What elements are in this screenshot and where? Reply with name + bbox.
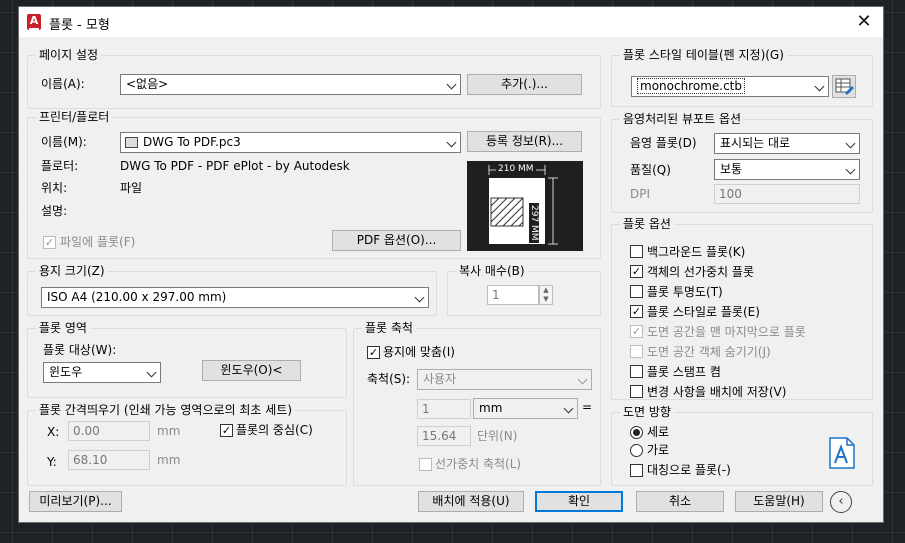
preview-width-label: 210 MM [496, 164, 536, 174]
scale-value-input[interactable]: 1 [417, 399, 471, 419]
scale-units-label: 단위(N) [477, 429, 518, 443]
landscape-radio[interactable] [630, 444, 643, 457]
plot-option-label: 객체의 선가중치 플롯 [647, 265, 754, 279]
quality-label: 품질(Q) [630, 163, 671, 177]
printer-icon [125, 137, 138, 148]
scale-lineweights-label: 선가중치 축척(L) [435, 457, 522, 471]
dpi-input[interactable]: 100 [714, 184, 860, 204]
group-label: 복사 매수(B) [456, 264, 528, 278]
location-label: 위치: [41, 181, 68, 195]
group-label: 도면 방향 [620, 405, 674, 419]
group-label: 플롯 영역 [36, 321, 90, 335]
plot-to-file-label: 파일에 플롯(F) [60, 235, 136, 249]
page-setup-name-label: 이름(A): [41, 77, 85, 91]
scale-unit-select[interactable]: mm [473, 398, 578, 419]
plot-what-label: 플롯 대상(W): [43, 343, 117, 357]
plot-option-checkbox[interactable] [630, 285, 643, 298]
plot-option-label: 백그라운드 플롯(K) [647, 245, 746, 259]
page-setup-name-select[interactable]: <없음> [120, 74, 461, 95]
title-bar: A 플롯 - 모형 ✕ [19, 7, 883, 37]
fit-to-paper-checkbox[interactable]: ✓ [367, 346, 380, 359]
center-plot-checkbox[interactable]: ✓ [220, 424, 233, 437]
plot-option-checkbox[interactable]: ✓ [630, 305, 643, 318]
scale-equals: = [582, 400, 593, 414]
pdf-options-button[interactable]: PDF 옵션(O)... [332, 230, 461, 251]
plot-what-select[interactable]: 윈도우 [43, 362, 161, 383]
ok-button[interactable]: 확인 [535, 491, 623, 512]
paper-size-select[interactable]: ISO A4 (210.00 x 297.00 mm) [41, 287, 429, 308]
shade-plot-label: 음영 플롯(D) [630, 136, 697, 150]
apply-to-layout-button[interactable]: 배치에 적용(U) [418, 491, 524, 512]
quality-select[interactable]: 보통 [714, 159, 860, 180]
description-label: 설명: [41, 204, 68, 218]
window-title: 플롯 - 모형 [49, 18, 110, 33]
center-plot-label: 플롯의 중심(C) [236, 423, 313, 437]
group-label: 용지 크기(Z) [36, 264, 108, 278]
portrait-radio[interactable] [630, 426, 643, 439]
offset-y-label: Y: [47, 455, 57, 469]
offset-x-input[interactable]: 0.00 [68, 421, 150, 441]
plot-option-label: 변경 사항을 배치에 저장(V) [647, 385, 787, 399]
scale-select[interactable]: 사용자 [417, 369, 592, 390]
upside-down-label: 대칭으로 플롯(-) [647, 463, 731, 477]
cancel-button[interactable]: 취소 [636, 491, 724, 512]
preview-height-label: 297 MM [529, 203, 539, 243]
printer-properties-button[interactable]: 등록 정보(R)... [467, 131, 582, 152]
plot-to-file-checkbox[interactable]: ✓ [43, 236, 56, 249]
plot-style-table-select[interactable]: monochrome.ctb [631, 76, 829, 97]
group-label: 플롯 옵션 [620, 217, 674, 231]
copies-input[interactable]: 1 [487, 285, 539, 305]
plot-option-checkbox[interactable] [630, 365, 643, 378]
collapse-arrow-icon[interactable]: ‹ [830, 491, 852, 513]
group-label: 플롯 간격띄우기 (인쇄 가능 영역으로의 최초 세트) [36, 403, 296, 417]
group-label: 플롯 스타일 테이블(펜 지정)(G) [620, 48, 787, 62]
plot-option-label: 플롯 스탬프 켬 [647, 365, 721, 379]
group-label: 프린터/플로터 [36, 110, 113, 124]
location-value: 파일 [120, 181, 143, 195]
preview-button[interactable]: 미리보기(P)... [29, 491, 122, 512]
plotter-value: DWG To PDF - PDF ePlot - by Autodesk [120, 159, 350, 173]
plot-option-label: 도면 공간을 맨 마지막으로 플롯 [647, 325, 806, 339]
plot-option-checkbox[interactable] [630, 385, 643, 398]
close-icon[interactable]: ✕ [853, 11, 875, 33]
shade-plot-select[interactable]: 표시되는 대로 [714, 133, 860, 154]
scale-lineweights-checkbox[interactable] [419, 458, 432, 471]
plot-option-checkbox[interactable]: ✓ [630, 265, 643, 278]
copies-spinner[interactable]: ▲ ▼ [539, 285, 553, 305]
plot-option-checkbox[interactable] [630, 345, 643, 358]
plot-option-label: 플롯 투명도(T) [647, 285, 723, 299]
plot-option-label: 도면 공간 객체 숨기기(J) [647, 345, 771, 359]
printer-name-select[interactable]: DWG To PDF.pc3 [120, 132, 461, 153]
landscape-label: 가로 [647, 443, 670, 457]
plotter-label: 플로터: [41, 159, 79, 173]
paper-preview: 210 MM 297 MM [467, 161, 583, 251]
plot-option-checkbox[interactable]: ✓ [630, 325, 643, 338]
portrait-page-icon [829, 437, 855, 472]
add-page-setup-button[interactable]: 추가(.)... [467, 74, 582, 95]
offset-y-input[interactable]: 68.10 [68, 450, 150, 470]
paper-preview-graphic [488, 165, 558, 245]
offset-x-label: X: [47, 425, 60, 439]
group-label: 플롯 축척 [362, 321, 416, 335]
scale-label: 축척(S): [367, 372, 411, 386]
plot-option-checkbox[interactable] [630, 245, 643, 258]
fit-to-paper-label: 용지에 맞춤(I) [383, 345, 455, 359]
group-label: 페이지 설정 [36, 48, 102, 62]
scale-units-input[interactable]: 15.64 [417, 426, 471, 446]
autocad-a-icon: A [27, 14, 41, 30]
group-label: 음영처리된 뷰포트 옵션 [620, 112, 745, 126]
plot-option-label: 플롯 스타일로 플롯(E) [647, 305, 760, 319]
offset-x-unit: mm [157, 424, 181, 438]
edit-table-icon[interactable] [832, 75, 856, 98]
portrait-label: 세로 [647, 425, 670, 439]
offset-y-unit: mm [157, 453, 181, 467]
dpi-label: DPI [630, 187, 651, 201]
help-button[interactable]: 도움말(H) [735, 491, 823, 512]
window-select-button[interactable]: 윈도우(O)< [202, 360, 301, 381]
printer-name-label: 이름(M): [41, 135, 87, 149]
plot-dialog: A 플롯 - 모형 ✕ 페이지 설정 이름(A): <없음> 추가(.)... … [18, 6, 884, 523]
upside-down-checkbox[interactable] [630, 464, 643, 477]
